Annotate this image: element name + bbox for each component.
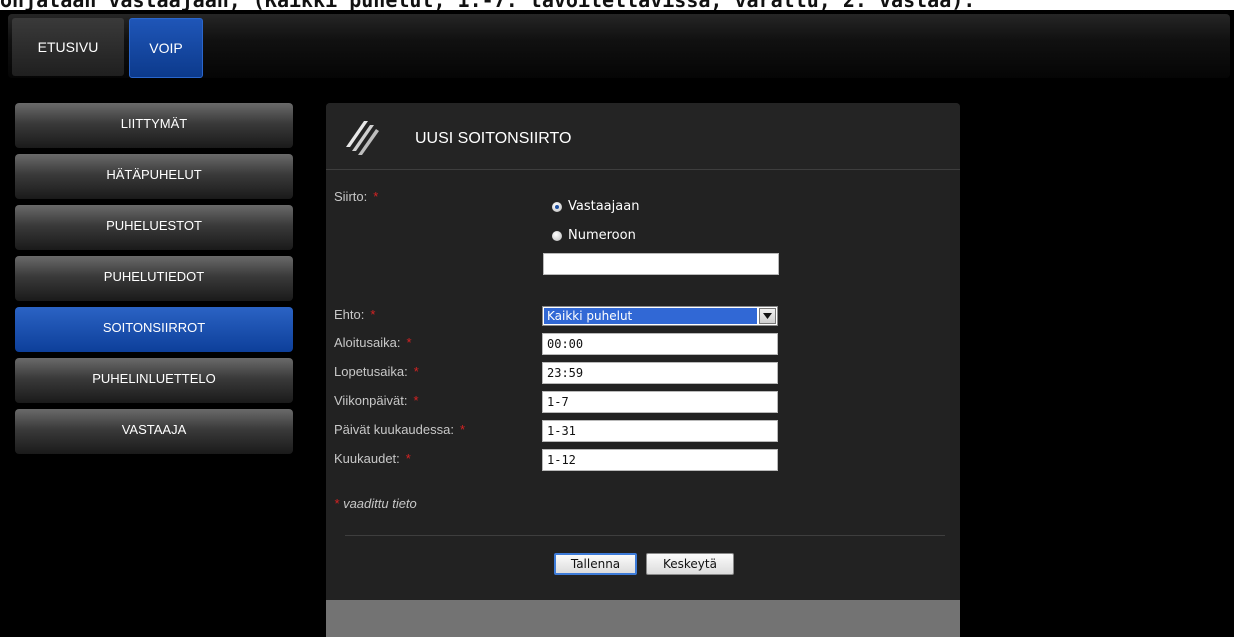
radio-numeroon[interactable]: Numeroon [552,228,636,243]
sidebar-item-soitonsiirrot[interactable]: SOITONSIIRROT [15,307,293,352]
start-time-label: Aloitusaika: * [334,335,412,350]
stripes-logo-icon [346,121,379,155]
instruction-bar: ohjataan vastaajaan, (Kaikki puhelut, 1.… [0,0,1234,10]
cancel-button[interactable]: Keskeytä [646,553,734,575]
required-asterisk: * [373,189,379,204]
end-time-input[interactable]: 23:59 [542,362,778,384]
tab-voip[interactable]: VOIP [129,18,203,78]
sidebar-item-puheluestot[interactable]: PUHELUESTOT [15,205,293,250]
month-days-input[interactable]: 1-31 [542,420,778,442]
radio-unchecked-icon [552,230,562,241]
weekdays-label: Viikonpäivät: * [334,393,419,408]
transfer-label: Siirto: * [334,189,379,204]
months-label: Kuukaudet: * [334,451,411,466]
radio-checked-icon [552,201,562,212]
panel-header: UUSI SOITONSIIRTO [326,103,960,170]
sidebar-item-hatapuhelut[interactable]: HÄTÄPUHELUT [15,154,293,199]
radio-numeroon-label: Numeroon [568,228,636,243]
sidebar-item-puhelutiedot[interactable]: PUHELUTIEDOT [15,256,293,301]
month-days-label: Päivät kuukaudessa: * [334,422,466,437]
radio-vastaajaan[interactable]: Vastaajaan [552,199,639,214]
sidebar-item-vastaaja[interactable]: VASTAAJA [15,409,293,454]
condition-select-value: Kaikki puhelut [544,308,757,324]
divider [345,535,945,536]
chevron-down-icon[interactable] [759,308,776,324]
tab-etusivu[interactable]: ETUSIVU [12,18,124,76]
end-time-label: Lopetusaika: * [334,364,419,379]
panel-footer [326,600,960,637]
condition-label: Ehto: * [334,307,376,322]
top-nav: ETUSIVU VOIP [8,14,1230,78]
start-time-input[interactable]: 00:00 [542,333,778,355]
instruction-text: ohjataan vastaajaan, (Kaikki puhelut, 1.… [0,0,975,10]
weekdays-input[interactable]: 1-7 [542,391,778,413]
sidebar-item-liittymat[interactable]: LIITTYMÄT [15,103,293,148]
condition-select[interactable]: Kaikki puhelut [542,306,778,326]
page-title: UUSI SOITONSIIRTO [415,130,572,147]
sidebar-item-puhelinluettelo[interactable]: PUHELINLUETTELO [15,358,293,403]
required-note: * vaadittu tieto [334,496,417,511]
months-input[interactable]: 1-12 [542,449,778,471]
number-input[interactable] [543,253,779,275]
sidebar: LIITTYMÄT HÄTÄPUHELUT PUHELUESTOT PUHELU… [15,103,293,460]
save-button[interactable]: Tallenna [554,553,637,575]
radio-vastaajaan-label: Vastaajaan [568,199,640,214]
call-forward-panel: UUSI SOITONSIIRTO Siirto: * Vastaajaan Nu… [326,103,960,637]
